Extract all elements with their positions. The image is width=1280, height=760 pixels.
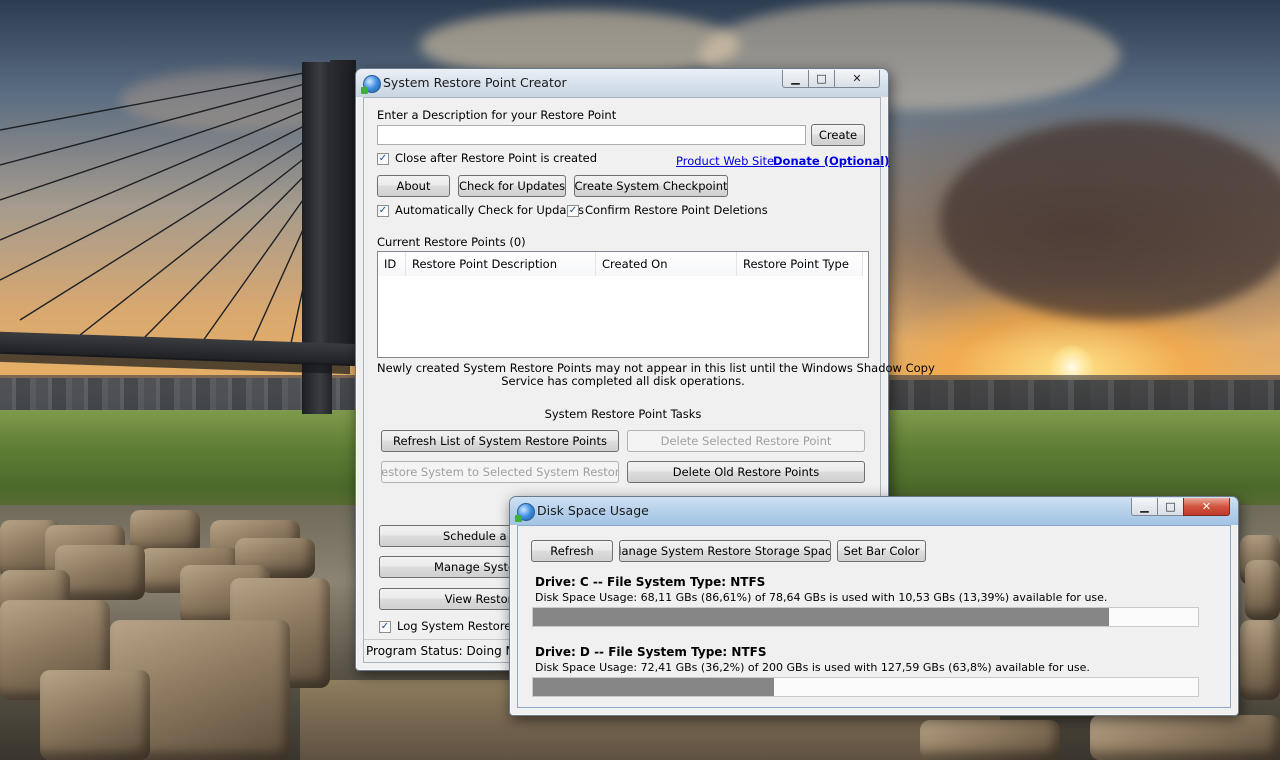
drive-c-usage-bar <box>532 607 1199 627</box>
disk-minimize-button[interactable]: ▁ <box>1131 498 1158 516</box>
bridge-pylon <box>330 60 356 360</box>
main-titlebar[interactable]: System Restore Point Creator ▁ □ ✕ <box>356 69 888 97</box>
manage-storage-button[interactable]: Manage System Restore Storage Space <box>619 540 831 562</box>
description-input[interactable] <box>377 125 806 145</box>
drive-c-usage-text: Disk Space Usage: 68,11 GBs (86,61%) of … <box>535 591 1108 604</box>
column-header-description[interactable]: Restore Point Description <box>406 252 596 276</box>
drive-d-heading: Drive: D -- File System Type: NTFS <box>535 645 767 659</box>
rock <box>1240 620 1280 700</box>
about-button[interactable]: About <box>377 175 450 197</box>
delete-old-button[interactable]: Delete Old Restore Points <box>627 461 865 483</box>
donate-link[interactable]: Donate (Optional) <box>773 154 889 168</box>
confirm-deletions-label: Confirm Restore Point Deletions <box>585 203 768 217</box>
disk-app-icon <box>515 503 535 522</box>
close-button[interactable]: ✕ <box>834 70 880 88</box>
product-website-link[interactable]: Product Web Site <box>676 154 774 168</box>
confirm-deletions-checkbox[interactable]: ✓ <box>567 205 579 217</box>
column-header-created-on[interactable]: Created On <box>596 252 737 276</box>
description-label: Enter a Description for your Restore Poi… <box>377 108 617 122</box>
wallpaper-cloud <box>940 120 1280 320</box>
disk-refresh-button[interactable]: Refresh <box>531 540 613 562</box>
disk-space-usage-window: Disk Space Usage ▁ □ ✕ Refresh Manage Sy… <box>509 496 1239 716</box>
restore-points-list[interactable]: ID Restore Point Description Created On … <box>377 251 869 358</box>
check-updates-button[interactable]: Check for Updates <box>458 175 566 197</box>
disk-maximize-button[interactable]: □ <box>1157 498 1184 516</box>
rock <box>40 670 150 760</box>
auto-check-updates-checkbox[interactable]: ✓ <box>377 205 389 217</box>
current-restore-points-label: Current Restore Points (0) <box>377 235 526 249</box>
rock <box>1245 560 1280 620</box>
wallpaper-skyline <box>890 380 1280 412</box>
drive-d-usage-fill <box>533 678 774 696</box>
create-button[interactable]: Create <box>811 124 865 146</box>
disk-window-title: Disk Space Usage <box>537 503 649 518</box>
drive-d-usage-bar <box>532 677 1199 697</box>
restore-app-icon <box>361 75 381 94</box>
program-status-text: Program Status: Doing No <box>366 644 522 658</box>
maximize-button[interactable]: □ <box>808 70 835 88</box>
disk-close-button[interactable]: ✕ <box>1183 498 1230 516</box>
close-after-checkbox[interactable]: ✓ <box>377 153 389 165</box>
disk-titlebar[interactable]: Disk Space Usage ▁ □ ✕ <box>510 497 1238 525</box>
rock <box>1090 715 1280 760</box>
refresh-list-button[interactable]: Refresh List of System Restore Points <box>381 430 619 452</box>
main-window-title: System Restore Point Creator <box>383 75 567 90</box>
minimize-button[interactable]: ▁ <box>782 70 809 88</box>
drive-d-usage-text: Disk Space Usage: 72,41 GBs (36,2%) of 2… <box>535 661 1090 674</box>
drive-c-heading: Drive: C -- File System Type: NTFS <box>535 575 766 589</box>
disk-client-area: Refresh Manage System Restore Storage Sp… <box>517 525 1231 708</box>
delete-selected-button[interactable]: Delete Selected Restore Point <box>627 430 865 452</box>
log-checkbox[interactable]: ✓ <box>379 621 391 633</box>
column-header-id[interactable]: ID <box>378 252 406 276</box>
notice-line-1: Newly created System Restore Points may … <box>377 361 935 375</box>
notice-line-2: Service has completed all disk operation… <box>501 374 745 388</box>
tasks-label: System Restore Point Tasks <box>544 407 702 421</box>
close-after-label: Close after Restore Point is created <box>395 151 597 165</box>
create-checkpoint-button[interactable]: Create System Checkpoint <box>574 175 728 197</box>
rock <box>920 720 1060 760</box>
set-bar-color-button[interactable]: Set Bar Color <box>837 540 926 562</box>
drive-c-usage-fill <box>533 608 1109 626</box>
restore-system-button[interactable]: Restore System to Selected System Restor… <box>381 461 619 483</box>
auto-check-updates-label: Automatically Check for Updates <box>395 203 585 217</box>
column-header-type[interactable]: Restore Point Type <box>737 252 863 276</box>
